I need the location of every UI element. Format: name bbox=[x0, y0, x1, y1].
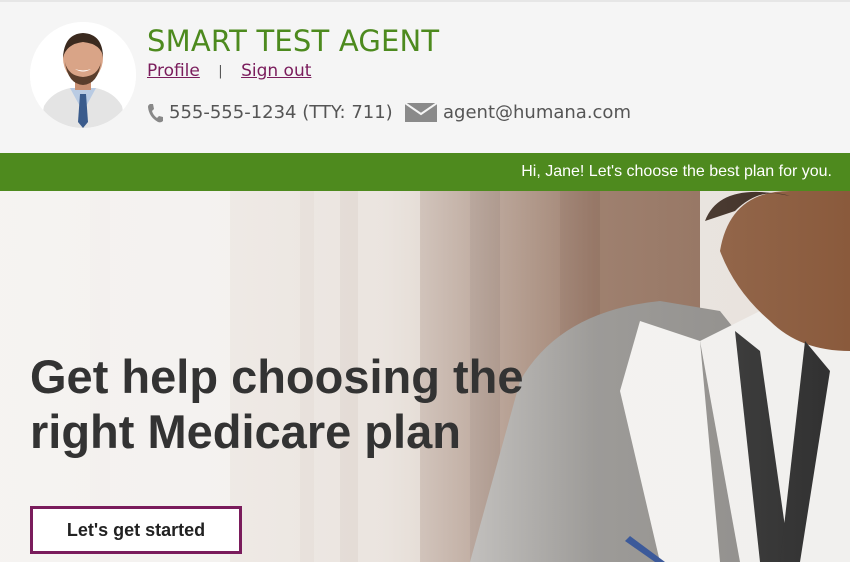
hero-title: Get help choosing the right Medicare pla… bbox=[30, 349, 550, 459]
hero-title-line-2: right Medicare plan bbox=[30, 405, 461, 458]
greeting-text: Hi, Jane! Let's choose the best plan for… bbox=[521, 163, 832, 180]
account-links: Profile | Sign out bbox=[147, 61, 311, 81]
hero-section: Get help choosing the right Medicare pla… bbox=[0, 191, 850, 562]
agent-email: agent@humana.com bbox=[405, 102, 631, 123]
phone-number[interactable]: 555-555-1234 (TTY: 711) bbox=[169, 102, 393, 123]
phone-icon bbox=[148, 103, 163, 122]
email-address[interactable]: agent@humana.com bbox=[443, 102, 631, 123]
sign-out-link[interactable]: Sign out bbox=[241, 61, 311, 81]
agent-avatar bbox=[30, 22, 136, 128]
agent-header: SMART TEST AGENT Profile | Sign out 555-… bbox=[0, 0, 850, 153]
agent-portrait-icon bbox=[30, 22, 136, 128]
hero-title-line-1: Get help choosing the bbox=[30, 350, 524, 403]
profile-link[interactable]: Profile bbox=[147, 61, 200, 81]
greeting-banner: Hi, Jane! Let's choose the best plan for… bbox=[0, 153, 850, 191]
agent-phone: 555-555-1234 (TTY: 711) bbox=[147, 102, 393, 123]
link-separator: | bbox=[218, 64, 223, 79]
mail-icon bbox=[405, 103, 437, 122]
get-started-button[interactable]: Let's get started bbox=[30, 506, 242, 554]
agent-name: SMART TEST AGENT bbox=[147, 24, 440, 58]
